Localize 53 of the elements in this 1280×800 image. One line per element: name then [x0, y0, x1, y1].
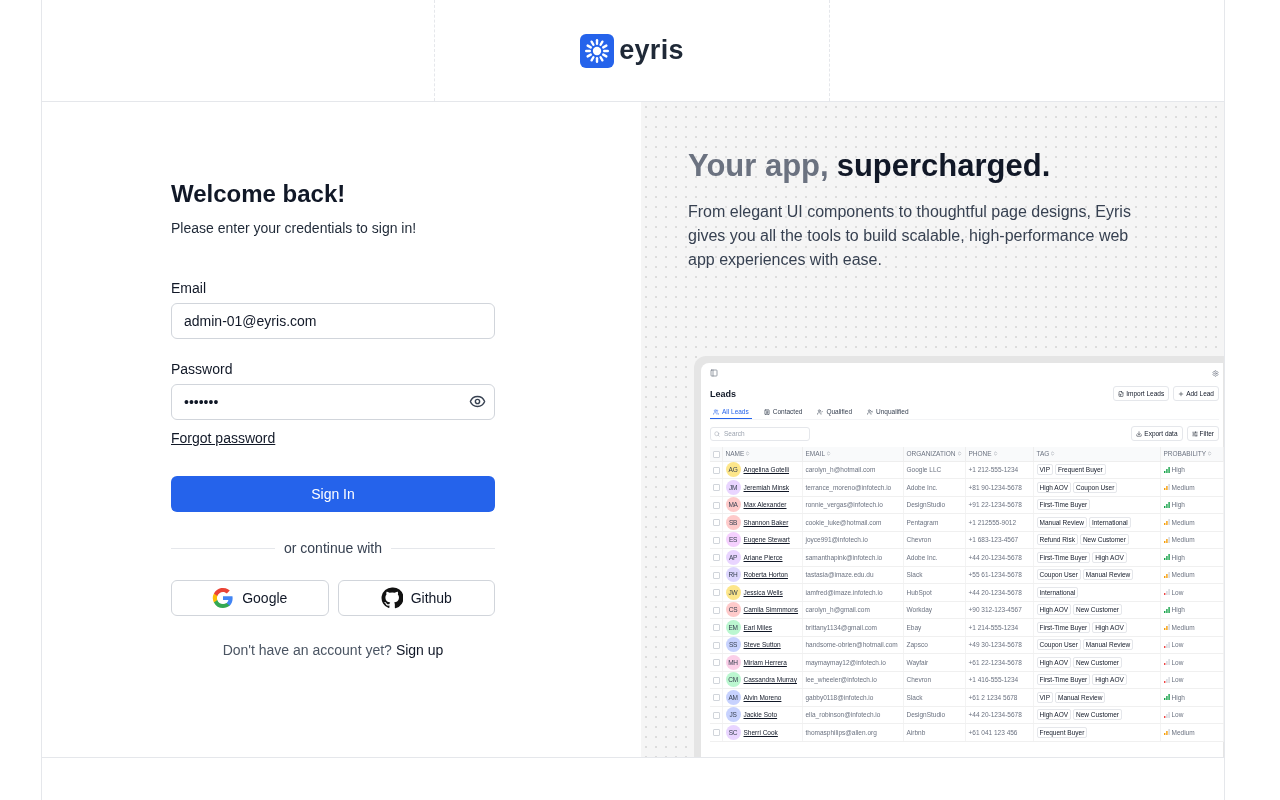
github-icon	[380, 587, 403, 609]
checkbox[interactable]	[713, 450, 720, 458]
sign-up-link[interactable]: Sign up	[395, 642, 444, 658]
sidebar-toggle-icon[interactable]	[710, 369, 718, 377]
checkbox[interactable]	[713, 519, 720, 527]
social-login-button[interactable]: Google	[171, 580, 329, 616]
leads-title: Leads	[710, 388, 736, 399]
password-field[interactable]: •••••••	[171, 384, 495, 420]
import-icon	[1118, 390, 1125, 397]
plus-icon	[1178, 390, 1185, 397]
logo-wordmark: eyris	[619, 35, 684, 66]
page-title: Welcome back!	[171, 180, 347, 208]
checkbox[interactable]	[713, 676, 720, 684]
sort-icon[interactable]	[1207, 451, 1213, 457]
promo-title: supercharged.	[836, 148, 1051, 183]
eye-icon	[469, 393, 486, 410]
checkbox[interactable]	[713, 589, 720, 597]
google-icon	[212, 587, 235, 609]
sort-icon[interactable]	[1050, 451, 1056, 457]
checkbox[interactable]	[713, 606, 720, 614]
checkbox[interactable]	[713, 659, 720, 667]
checkbox[interactable]	[713, 711, 720, 719]
signup-prompt: Don't have an account yet?	[222, 642, 392, 658]
checkbox[interactable]	[713, 641, 720, 649]
promo-text: From elegant UI components to thoughtful page designs, Eyris gives you all the tools to build scalable, high-performance web app experiences with ease.	[688, 202, 1132, 270]
settings-icon[interactable]	[1212, 369, 1219, 377]
checkbox[interactable]	[713, 554, 720, 562]
search-icon	[714, 430, 720, 437]
forgot-password-link[interactable]: Forgot password	[171, 430, 276, 446]
divider-text: or continue with	[283, 540, 383, 556]
sort-icon[interactable]	[956, 451, 962, 457]
promo-title: Your app,	[688, 148, 829, 183]
checkbox[interactable]	[713, 466, 720, 474]
download-icon	[1136, 430, 1143, 437]
sort-icon[interactable]	[826, 451, 831, 457]
sort-icon[interactable]	[745, 451, 751, 457]
field-label: Email	[171, 280, 207, 296]
checkbox[interactable]	[713, 536, 720, 544]
checkbox[interactable]	[713, 484, 720, 492]
show-password-button[interactable]	[469, 393, 486, 410]
checkbox[interactable]	[713, 501, 720, 509]
field-label: Password	[171, 361, 234, 377]
checkbox[interactable]	[713, 694, 720, 702]
checkbox[interactable]	[713, 571, 720, 579]
logo-icon	[580, 33, 615, 68]
email-field[interactable]: admin-01@eyris.com	[171, 303, 495, 339]
sign-in-button[interactable]: Sign In	[171, 476, 495, 512]
filter-icon	[1191, 430, 1198, 437]
checkbox[interactable]	[713, 624, 720, 632]
sort-icon[interactable]	[992, 451, 998, 457]
social-login-button[interactable]: Github	[337, 580, 495, 616]
page-subtitle: Please enter your credentials to sign in!	[171, 220, 418, 236]
checkbox[interactable]	[713, 729, 720, 737]
